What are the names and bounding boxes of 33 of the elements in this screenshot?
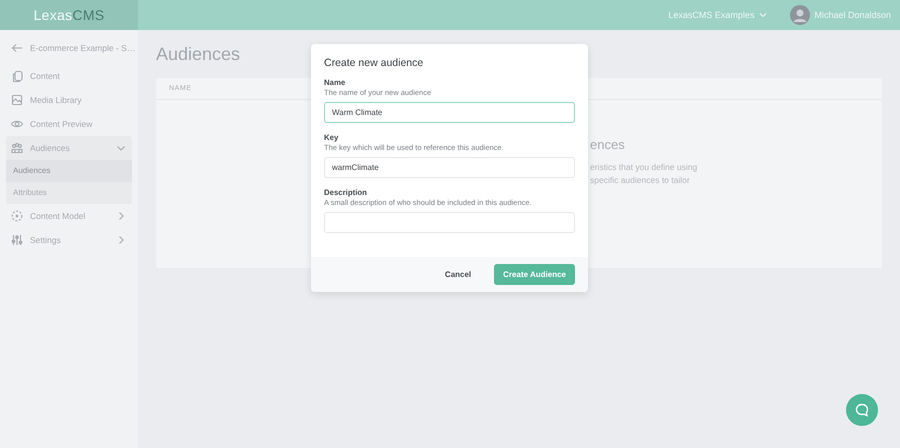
empty-state-text: eristics that you define using — [590, 161, 698, 174]
input-field[interactable]: Warm Climate — [324, 102, 575, 123]
eye-icon — [11, 118, 23, 130]
logo: LexasCMS — [34, 7, 104, 23]
input-field[interactable]: warmClimate — [324, 157, 575, 178]
image-icon — [11, 94, 23, 106]
chat-bubble-icon — [855, 403, 869, 417]
dialog-title: Create new audience — [324, 57, 424, 69]
nav-item[interactable]: Settings — [6, 228, 132, 252]
pages-icon — [11, 70, 23, 82]
people-icon — [11, 142, 23, 154]
nav-subitem[interactable]: Attributes — [6, 182, 132, 204]
chat-button[interactable] — [846, 394, 878, 426]
sliders-icon — [11, 234, 23, 246]
avatar — [790, 5, 810, 25]
create-button[interactable]: Create Audience — [494, 264, 575, 285]
nav-item[interactable]: Audiences — [6, 136, 132, 160]
nav-item[interactable]: Media Library — [6, 88, 132, 112]
empty-state-text: specific audiences to tailor — [590, 174, 691, 187]
nav-item[interactable]: Content — [6, 64, 132, 88]
chevron-down-icon — [758, 10, 768, 20]
workspace-dropdown[interactable]: LexasCMS Examples — [668, 10, 768, 20]
nav-item[interactable]: Content Model — [6, 204, 132, 228]
input-field[interactable] — [324, 212, 575, 233]
nav-item[interactable]: Content Preview — [6, 112, 132, 136]
nav-subitem[interactable]: Audiences — [6, 160, 132, 182]
back-link[interactable]: E-commerce Example - S… — [6, 36, 132, 60]
back-arrow-icon — [11, 42, 23, 54]
empty-state-title: ences — [590, 137, 626, 152]
dashed-circle-icon — [11, 210, 23, 222]
page-title: Audiences — [156, 44, 240, 65]
user-name[interactable]: Michael Donaldson — [814, 10, 891, 20]
cancel-button[interactable]: Cancel — [436, 264, 480, 285]
